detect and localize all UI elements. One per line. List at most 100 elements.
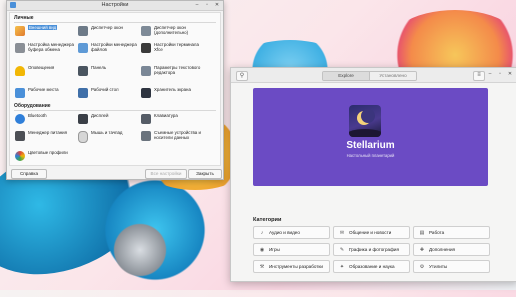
color-profiles-icon: [15, 151, 25, 161]
settings-item-label: Bluetooth: [28, 113, 47, 118]
settings-item-desktop[interactable]: Рабочий стол: [78, 87, 138, 103]
category-chat[interactable]: ✉ Общение и новости: [333, 226, 410, 239]
settings-item-removable-drives[interactable]: Съемные устройства и носители данных: [141, 130, 201, 150]
category-label: Работа: [429, 230, 445, 235]
all-settings-button[interactable]: Все настройки: [145, 169, 187, 179]
panel-icon: [78, 66, 88, 76]
close-icon[interactable]: ✕: [507, 71, 513, 77]
category-label: Графика и фотография: [349, 247, 399, 252]
category-audio-video[interactable]: ♪ Аудио и видео: [253, 226, 330, 239]
text-editor-icon: [141, 66, 151, 76]
clipboard-icon: [15, 43, 25, 53]
close-button[interactable]: Закрыть: [188, 169, 222, 179]
search-icon: ⚲: [239, 73, 245, 79]
categories-title: Категории: [253, 217, 282, 223]
category-label: Дополнения: [429, 247, 456, 252]
settings-item-label: Внешний вид: [28, 25, 58, 30]
settings-item-window-manager-tweaks[interactable]: Диспетчер окон (дополнительно): [141, 25, 201, 41]
category-graphics[interactable]: ✎ Графика и фотография: [333, 243, 410, 256]
category-label: Инструменты разработки: [269, 264, 323, 269]
minimize-icon[interactable]: –: [194, 2, 200, 8]
settings-item-label: Настройки терминала Xfce: [154, 42, 199, 52]
settings-item-label: Панель: [91, 65, 107, 70]
settings-item-color-profiles[interactable]: Цветовые профили: [15, 150, 75, 166]
removable-drives-icon: [141, 131, 151, 141]
settings-item-screensaver[interactable]: Хранитель экрана: [141, 87, 201, 103]
settings-footer: Справка Все настройки Закрыть: [7, 167, 223, 179]
settings-item-notifications[interactable]: Оповещения: [15, 65, 75, 85]
window-controls: – ▫ ✕: [487, 71, 513, 77]
software-headerbar[interactable]: ⚲ Explore Установлено ≡ – ▫ ✕: [231, 68, 516, 83]
settings-item-panel[interactable]: Панель: [78, 65, 138, 85]
settings-item-keyboard[interactable]: Клавиатура: [141, 113, 201, 129]
power-manager-icon: [15, 131, 25, 141]
settings-item-window-manager[interactable]: Диспетчер окон: [78, 25, 138, 41]
mouse-icon: [78, 131, 88, 143]
utilities-icon: ⚙: [419, 263, 425, 270]
section-hardware-title: Оборудование: [14, 103, 51, 109]
settings-item-appearance[interactable]: Внешний вид: [15, 25, 75, 41]
settings-item-label: Съемные устройства и носители данных: [154, 130, 201, 140]
settings-item-label: Клавиатура: [154, 113, 178, 118]
audio-video-icon: ♪: [260, 229, 264, 236]
settings-item-label: Мышь и тачпад: [91, 130, 123, 135]
category-label: Игры: [269, 247, 280, 252]
settings-item-file-manager[interactable]: Настройки менеджера файлов: [78, 42, 138, 62]
settings-item-mouse[interactable]: Мышь и тачпад: [78, 130, 138, 146]
settings-item-label: Дисплей: [91, 113, 109, 118]
settings-item-label: Цветовые профили: [28, 150, 68, 155]
bluetooth-icon: [15, 114, 25, 124]
settings-item-text-editor[interactable]: Параметры текстового редактора: [141, 65, 201, 85]
workspaces-icon: [15, 88, 25, 98]
category-utilities[interactable]: ⚙ Утилиты: [413, 260, 490, 273]
appearance-icon: [15, 26, 25, 36]
featured-app-name: Stellarium: [346, 140, 395, 151]
close-icon[interactable]: ✕: [214, 2, 220, 8]
maximize-icon[interactable]: ▫: [204, 2, 210, 8]
graphics-icon: ✎: [339, 246, 345, 253]
category-label: Утилиты: [429, 264, 448, 269]
settings-item-label: Оповещения: [28, 65, 55, 70]
section-personal-title: Личные: [14, 15, 34, 21]
desktop-icon: [78, 88, 88, 98]
gamepad-icon: ◉: [259, 246, 265, 253]
screensaver-icon: [141, 88, 151, 98]
hamburger-menu-icon: ≡: [477, 72, 481, 78]
settings-item-label: Параметры текстового редактора: [154, 65, 201, 75]
settings-item-label: Настройки менеджера файлов: [91, 42, 137, 52]
category-label: Аудио и видео: [269, 230, 300, 235]
settings-item-workspaces[interactable]: Рабочие места: [15, 87, 75, 103]
category-label: Общение и новости: [349, 230, 392, 235]
settings-titlebar[interactable]: Настройки – ▫ ✕: [7, 1, 223, 11]
featured-app-banner[interactable]: Stellarium Настольный планетарий: [253, 88, 488, 186]
window-controls: – ▫ ✕: [194, 2, 220, 8]
settings-content: Личные Внешний вид Диспетчер окон Диспет…: [9, 12, 221, 166]
tab-explore[interactable]: Explore: [323, 72, 369, 80]
menu-button[interactable]: ≡: [473, 71, 485, 81]
category-addons[interactable]: ✚ Дополнения: [413, 243, 490, 256]
category-dev-tools[interactable]: ⚒ Инструменты разработки: [253, 260, 330, 273]
category-work[interactable]: ▤ Работа: [413, 226, 490, 239]
maximize-icon[interactable]: ▫: [497, 71, 503, 77]
settings-item-label: Рабочие места: [28, 87, 59, 92]
stellarium-icon: [349, 105, 381, 137]
settings-window: Настройки – ▫ ✕ Личные Внешний вид Диспе…: [6, 0, 224, 180]
divider: [14, 22, 216, 23]
tab-installed[interactable]: Установлено: [369, 72, 416, 80]
settings-item-power-manager[interactable]: Менеджер питания: [15, 130, 75, 146]
settings-item-clipboard[interactable]: Настройка менеджера буфера обмена: [15, 42, 75, 62]
settings-item-display[interactable]: Дисплей: [78, 113, 138, 129]
search-button[interactable]: ⚲: [236, 71, 248, 81]
work-icon: ▤: [419, 229, 425, 236]
minimize-icon[interactable]: –: [487, 71, 493, 77]
settings-item-terminal[interactable]: Настройки терминала Xfce: [141, 42, 201, 62]
category-games[interactable]: ◉ Игры: [253, 243, 330, 256]
category-education[interactable]: ✦ Образование и наука: [333, 260, 410, 273]
file-manager-icon: [78, 43, 88, 53]
settings-item-bluetooth[interactable]: Bluetooth: [15, 113, 75, 129]
featured-app-subtitle: Настольный планетарий: [346, 153, 395, 158]
settings-item-label: Диспетчер окон: [91, 25, 123, 30]
dev-tools-icon: ⚒: [259, 263, 265, 270]
settings-item-label: Диспетчер окон (дополнительно): [154, 25, 189, 35]
help-button[interactable]: Справка: [11, 169, 47, 179]
